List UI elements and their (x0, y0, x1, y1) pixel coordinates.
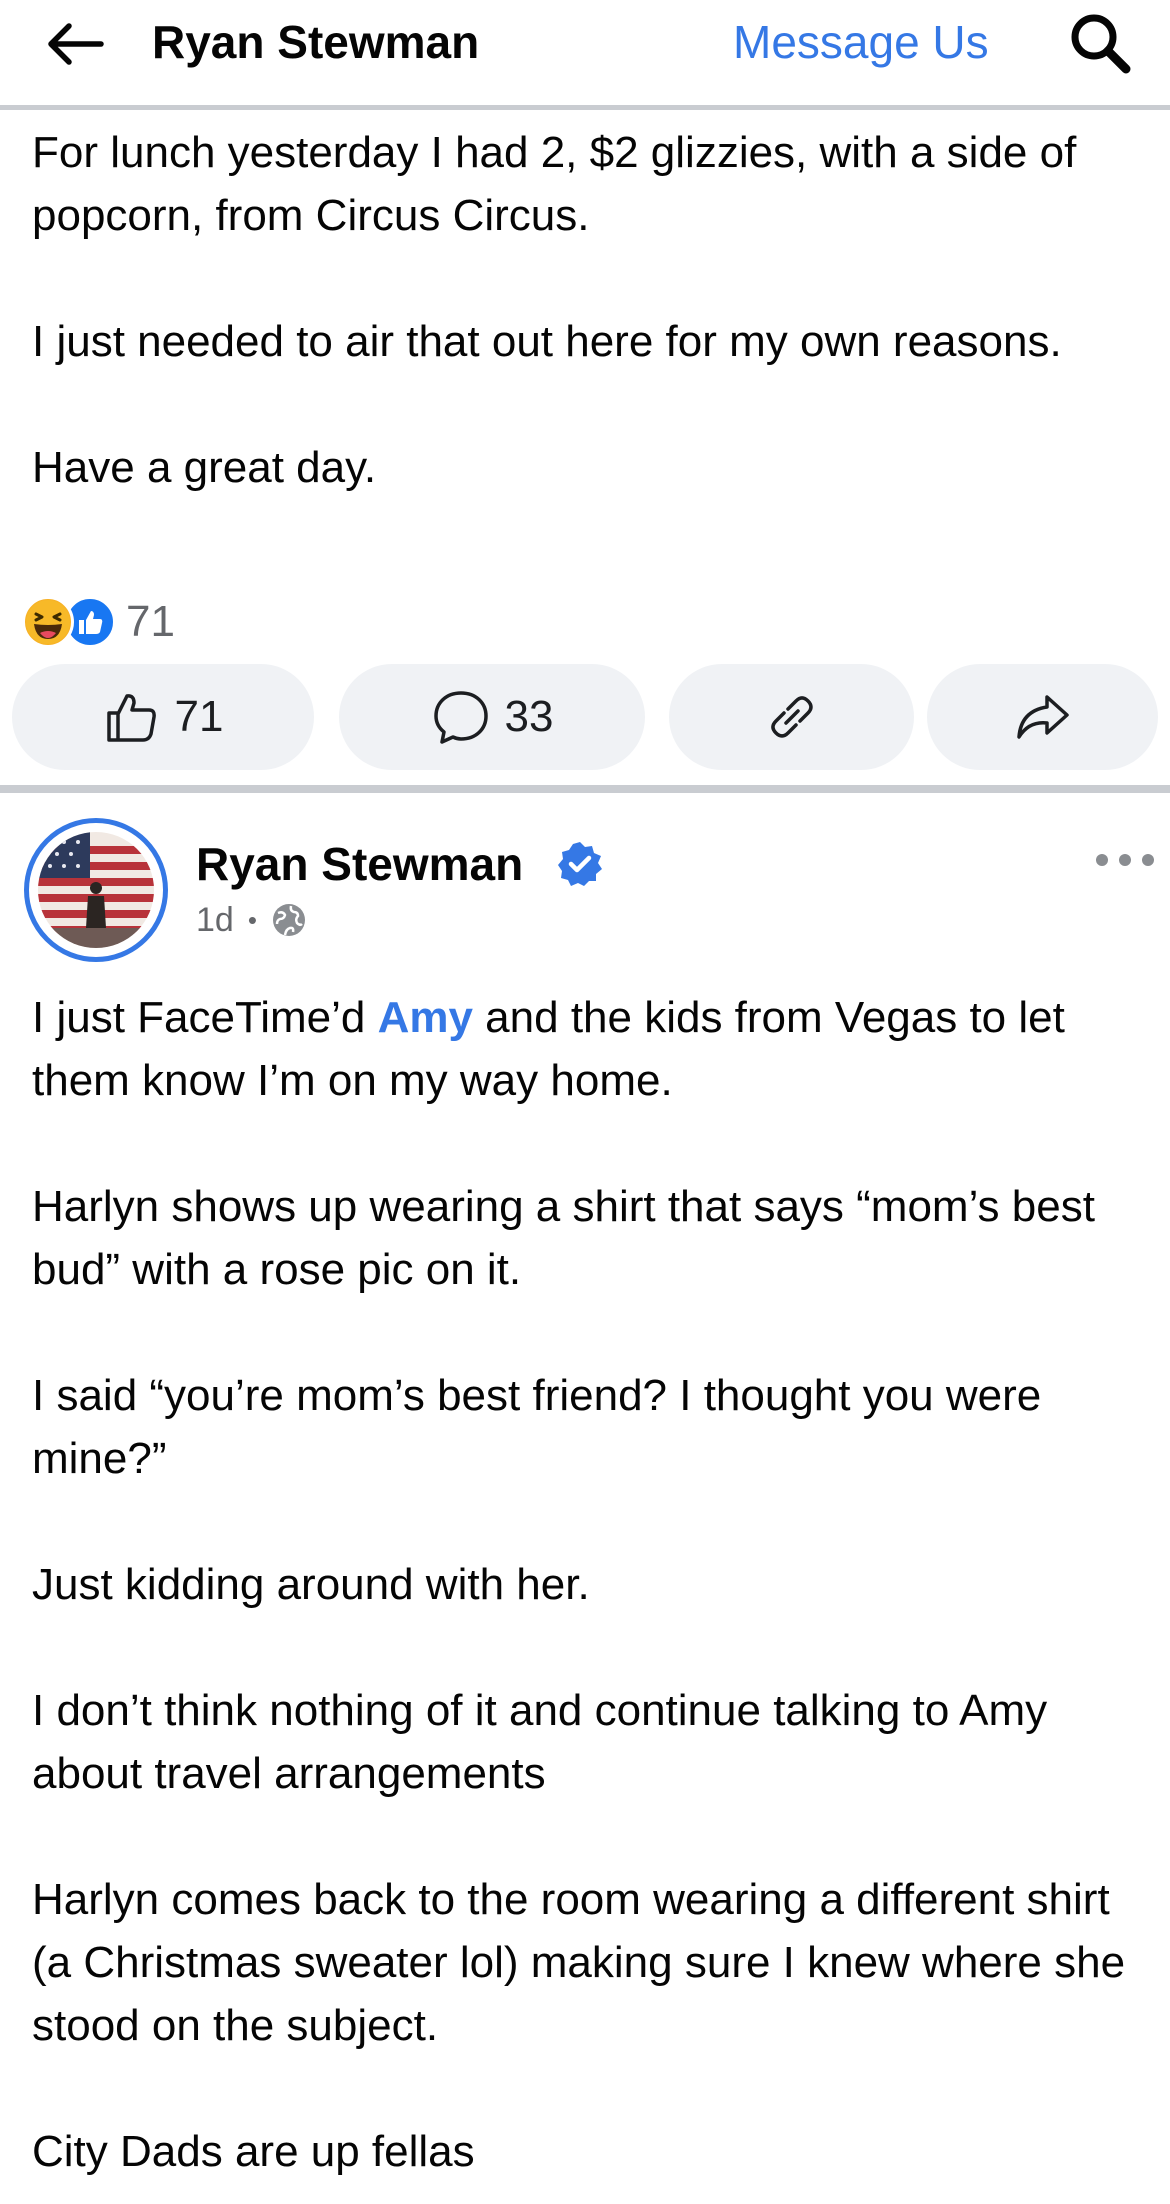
share-arrow-icon (1016, 695, 1069, 739)
post-1-paragraph: Have a great day. (32, 443, 377, 492)
mention-link[interactable]: Amy (378, 993, 473, 1042)
post-meta: 1d • (196, 896, 307, 944)
globe-icon (272, 904, 305, 936)
post-1-paragraph: I just needed to air that out here for m… (32, 317, 1062, 366)
avatar-image (38, 832, 154, 948)
post-2-paragraph: Harlyn shows up wearing a shirt that say… (32, 1182, 1095, 1294)
like-button[interactable]: 71 (12, 664, 314, 770)
comment-bubble-icon (433, 691, 488, 744)
post-2-paragraph: Harlyn comes back to the room wearing a … (32, 1875, 1126, 2050)
post-timestamp[interactable]: 1d (196, 901, 234, 940)
comment-count: 33 (504, 692, 554, 741)
reaction-count: 71 (126, 597, 175, 646)
post-divider (0, 785, 1170, 793)
meta-separator: • (247, 904, 257, 935)
copy-link-button[interactable] (669, 664, 914, 770)
post-2-paragraph: Just kidding around with her. (32, 1560, 590, 1609)
haha-emoji-icon (22, 596, 74, 648)
comment-button[interactable]: 33 (339, 664, 645, 770)
post-2-text-segment: I just FaceTime’d (32, 993, 378, 1042)
link-icon (770, 696, 813, 738)
post-2-paragraph: I just FaceTime’d Amy and the kids from … (32, 986, 1132, 1112)
post-2-paragraph: I don’t think nothing of it and continue… (32, 1686, 1048, 1798)
post-1-action-bar: 71 33 (12, 664, 1158, 770)
more-options-icon[interactable] (1090, 840, 1160, 880)
post-author-name[interactable]: Ryan Stewman (196, 836, 523, 892)
post-1-text: For lunch yesterday I had 2, $2 glizzies… (32, 121, 1132, 499)
avatar[interactable] (24, 818, 168, 962)
like-count: 71 (174, 692, 224, 741)
share-button[interactable] (927, 664, 1158, 770)
top-bar: Ryan Stewman Message Us (0, 0, 1170, 110)
back-arrow-icon[interactable] (40, 12, 110, 76)
post-2-paragraph: City Dads are up fellas (32, 2127, 475, 2176)
thumbs-up-icon (106, 694, 156, 742)
search-icon[interactable] (1065, 8, 1135, 78)
page-title: Ryan Stewman (152, 16, 480, 68)
reactions-summary[interactable]: 71 (22, 594, 175, 650)
post-2-paragraph: I said “you’re mom’s best friend? I thou… (32, 1371, 1042, 1483)
verified-badge-icon (556, 840, 604, 888)
post-2-text: I just FaceTime’d Amy and the kids from … (32, 986, 1132, 2183)
message-us-button[interactable]: Message Us (733, 12, 989, 72)
post-1-paragraph: For lunch yesterday I had 2, $2 glizzies… (32, 128, 1077, 240)
